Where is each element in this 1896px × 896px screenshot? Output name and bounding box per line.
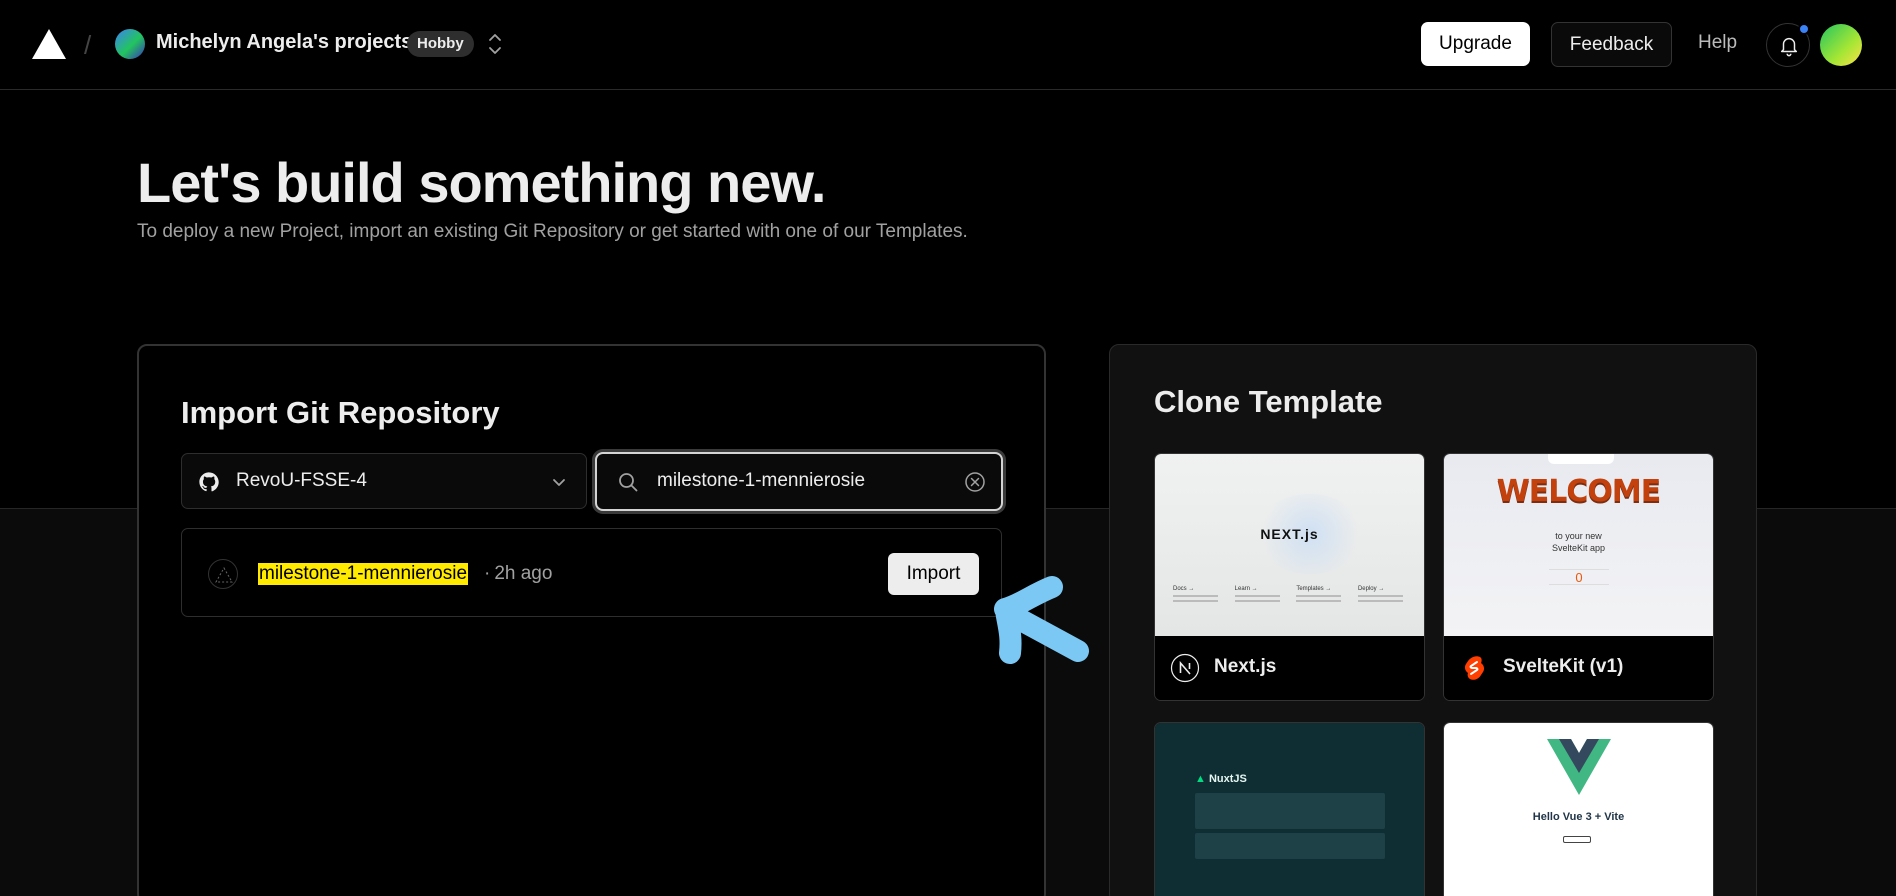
user-avatar[interactable] (1820, 24, 1862, 66)
template-preview-nextjs: NEXT.js Docs → Learn → Templates → Deplo… (1155, 454, 1424, 636)
preview-wordmark: NEXT.js (1260, 526, 1319, 542)
bell-icon (1780, 38, 1798, 57)
nuxt-preview-logo: ▲ NuxtJS (1195, 773, 1247, 785)
svelte-logo-icon (1464, 656, 1485, 680)
clear-search-icon[interactable] (964, 471, 986, 493)
template-card-nuxt[interactable]: ▲ NuxtJS (1154, 722, 1425, 896)
upgrade-button[interactable]: Upgrade (1421, 22, 1530, 66)
git-scope-select[interactable]: RevoU-FSSE-4 (181, 453, 587, 509)
team-name[interactable]: Michelyn Angela's projects (156, 31, 412, 54)
template-footer: Next.js (1155, 636, 1424, 700)
plan-badge: Hobby (407, 31, 474, 57)
vue-preview-heading: Hello Vue 3 + Vite (1532, 811, 1625, 823)
preview-subtext: to your new SvelteKit app (1551, 531, 1606, 553)
repo-framework-icon (208, 559, 238, 589)
meta-separator: · (484, 563, 491, 584)
nextjs-logo-icon (1170, 653, 1200, 683)
template-name: SvelteKit (v1) (1503, 656, 1624, 677)
vue-logo-icon (1547, 739, 1611, 795)
repo-updated-time: 2h ago (494, 563, 553, 584)
search-icon (619, 473, 638, 492)
template-preview-nuxt: ▲ NuxtJS (1155, 723, 1424, 896)
vercel-logo-icon[interactable] (30, 27, 68, 61)
repo-results-list: milestone-1-mennierosie · 2h ago Import (181, 528, 1002, 617)
preview-welcome: WELCOME (1496, 474, 1662, 509)
github-icon (199, 472, 219, 492)
clone-panel-title: Clone Template (1154, 384, 1383, 419)
template-card-nextjs[interactable]: NEXT.js Docs → Learn → Templates → Deplo… (1154, 453, 1425, 701)
import-panel-title: Import Git Repository (181, 395, 500, 430)
git-scope-label: RevoU-FSSE-4 (236, 470, 367, 491)
template-card-vue[interactable]: Hello Vue 3 + Vite (1443, 722, 1714, 896)
triangle-dots-icon (215, 566, 233, 583)
team-avatar[interactable] (115, 29, 145, 59)
breadcrumb-separator: / (84, 30, 92, 60)
preview-columns: Docs → Learn → Templates → Deploy → (1173, 586, 1408, 602)
annotation-arrow-icon (994, 576, 1089, 664)
page-subtitle: To deploy a new Project, import an exist… (137, 221, 968, 242)
team-switcher-icon[interactable] (484, 29, 506, 59)
template-card-sveltekit[interactable]: WELCOME to your new SvelteKit app 0 Svelt… (1443, 453, 1714, 701)
import-button[interactable]: Import (888, 553, 979, 595)
page-title: Let's build something new. (137, 151, 826, 214)
template-preview-sveltekit: WELCOME to your new SvelteKit app 0 (1444, 454, 1713, 636)
help-link[interactable]: Help (1698, 32, 1737, 54)
notification-dot (1798, 23, 1810, 35)
repo-name[interactable]: milestone-1-mennierosie (258, 563, 469, 585)
feedback-button[interactable]: Feedback (1551, 22, 1672, 67)
repo-updated: · 2h ago (484, 563, 552, 585)
template-name: Next.js (1214, 656, 1277, 677)
repo-search-box[interactable] (595, 452, 1003, 511)
template-footer: SvelteKit (v1) (1444, 636, 1713, 700)
repo-search-input[interactable] (657, 466, 957, 496)
chevron-down-icon (553, 479, 565, 486)
top-navbar: / Michelyn Angela's projects Hobby Upgra… (0, 0, 1896, 90)
preview-counter: 0 (1549, 569, 1609, 585)
template-preview-vue: Hello Vue 3 + Vite (1444, 723, 1713, 896)
